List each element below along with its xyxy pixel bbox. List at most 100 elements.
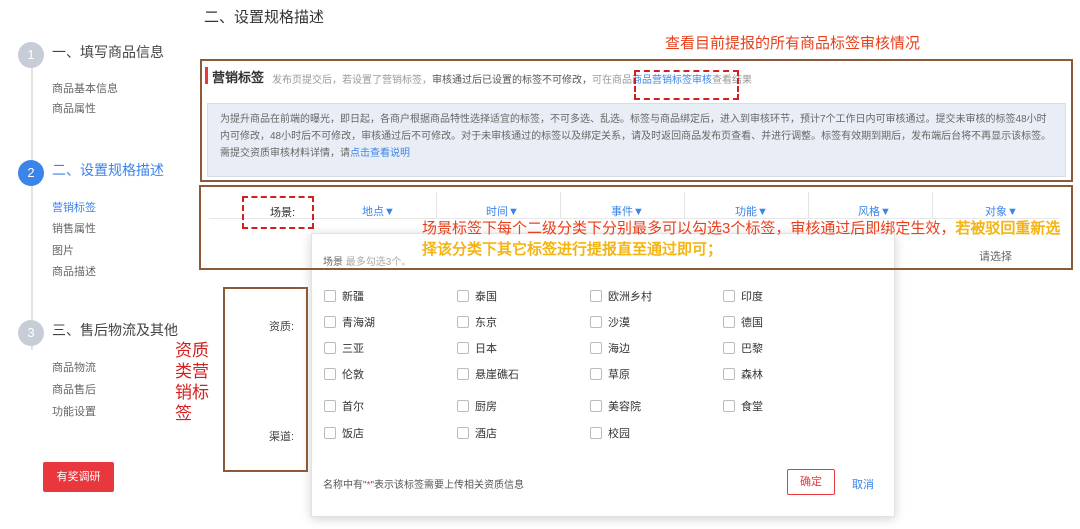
checkbox-icon[interactable] bbox=[324, 290, 336, 302]
sidebar-item-after-sales[interactable]: 商品售后 bbox=[52, 381, 96, 397]
checkbox-icon[interactable] bbox=[457, 342, 469, 354]
option-label: 印度 bbox=[741, 291, 763, 303]
option-checkbox[interactable]: 食堂 bbox=[723, 398, 763, 414]
option-label: 厨房 bbox=[475, 401, 497, 413]
sidebar-item-images[interactable]: 图片 bbox=[52, 242, 74, 258]
sidebar-item-attributes[interactable]: 商品属性 bbox=[52, 100, 96, 116]
footer-hint-a: 名称中有" bbox=[323, 480, 367, 491]
sidebar-item-logistics[interactable]: 商品物流 bbox=[52, 359, 96, 375]
option-label: 酒店 bbox=[475, 428, 497, 440]
option-checkbox[interactable]: 校园 bbox=[590, 425, 630, 441]
checkbox-icon[interactable] bbox=[723, 342, 735, 354]
option-checkbox[interactable]: 草原 bbox=[590, 366, 630, 382]
checkbox-icon[interactable] bbox=[590, 316, 602, 328]
option-checkbox[interactable]: 东京 bbox=[457, 314, 497, 330]
checkbox-icon[interactable] bbox=[457, 368, 469, 380]
step-2-title[interactable]: 二、设置规格描述 bbox=[52, 160, 164, 180]
option-checkbox[interactable]: 美容院 bbox=[590, 398, 641, 414]
checkbox-icon[interactable] bbox=[723, 400, 735, 412]
option-checkbox[interactable]: 德国 bbox=[723, 314, 763, 330]
option-label: 东京 bbox=[475, 317, 497, 329]
dropdown-footer-hint: 名称中有"*"表示该标签需要上传相关资质信息 bbox=[323, 476, 524, 491]
sidebar-item-sales-attributes[interactable]: 销售属性 bbox=[52, 220, 96, 236]
survey-button[interactable]: 有奖调研 bbox=[43, 462, 114, 492]
option-checkbox[interactable]: 沙漠 bbox=[590, 314, 630, 330]
checkbox-icon[interactable] bbox=[324, 368, 336, 380]
option-checkbox[interactable]: 悬崖礁石 bbox=[457, 366, 519, 382]
checkbox-icon[interactable] bbox=[723, 290, 735, 302]
confirm-button[interactable]: 确定 bbox=[787, 469, 835, 495]
option-label: 欧洲乡村 bbox=[608, 291, 652, 303]
option-checkbox[interactable]: 巴黎 bbox=[723, 340, 763, 356]
checkbox-icon[interactable] bbox=[324, 427, 336, 439]
annotation-side-note: 资质类营销标签 bbox=[175, 341, 209, 423]
option-label: 泰国 bbox=[475, 291, 497, 303]
checkbox-icon[interactable] bbox=[590, 342, 602, 354]
option-label: 青海湖 bbox=[342, 317, 375, 329]
option-checkbox[interactable]: 酒店 bbox=[457, 425, 497, 441]
option-label: 悬崖礁石 bbox=[475, 369, 519, 381]
option-label: 巴黎 bbox=[741, 343, 763, 355]
option-label: 日本 bbox=[475, 343, 497, 355]
cancel-button[interactable]: 取消 bbox=[852, 476, 874, 492]
annotation-dashed-review-link bbox=[634, 70, 739, 100]
sidebar-item-description[interactable]: 商品描述 bbox=[52, 263, 96, 279]
annotation-mid-note: 场景标签下每个二级分类下分别最多可以勾选3个标签，审核通过后即绑定生效，若被驳回… bbox=[422, 218, 1072, 260]
step-1-circle: 1 bbox=[18, 42, 44, 68]
option-checkbox[interactable]: 饭店 bbox=[324, 425, 364, 441]
mid-note-a: 场景标签下每个二级分类下分别最多可以勾选3个标签，审核通过后即绑定生效， bbox=[422, 220, 956, 237]
checkbox-icon[interactable] bbox=[457, 316, 469, 328]
option-checkbox[interactable]: 印度 bbox=[723, 288, 763, 304]
option-label: 饭店 bbox=[342, 428, 364, 440]
section-title: 二、设置规格描述 bbox=[204, 9, 325, 26]
annotation-box-qualification bbox=[223, 287, 308, 472]
option-label: 德国 bbox=[741, 317, 763, 329]
option-checkbox[interactable]: 厨房 bbox=[457, 398, 497, 414]
option-checkbox[interactable]: 首尔 bbox=[324, 398, 364, 414]
option-checkbox[interactable]: 欧洲乡村 bbox=[590, 288, 652, 304]
step-2-circle: 2 bbox=[18, 160, 44, 186]
sidebar-item-function-settings[interactable]: 功能设置 bbox=[52, 403, 96, 419]
footer-hint-b: "表示该标签需要上传相关资质信息 bbox=[370, 480, 525, 491]
checkbox-icon[interactable] bbox=[324, 342, 336, 354]
option-checkbox[interactable]: 日本 bbox=[457, 340, 497, 356]
option-label: 三亚 bbox=[342, 343, 364, 355]
step-1-title[interactable]: 一、填写商品信息 bbox=[52, 42, 164, 62]
option-label: 草原 bbox=[608, 369, 630, 381]
option-checkbox[interactable]: 伦敦 bbox=[324, 366, 364, 382]
checkbox-icon[interactable] bbox=[590, 427, 602, 439]
option-checkbox[interactable]: 森林 bbox=[723, 366, 763, 382]
checkbox-icon[interactable] bbox=[324, 316, 336, 328]
option-label: 沙漠 bbox=[608, 317, 630, 329]
option-checkbox[interactable]: 青海湖 bbox=[324, 314, 375, 330]
checkbox-icon[interactable] bbox=[457, 290, 469, 302]
checkbox-icon[interactable] bbox=[590, 368, 602, 380]
option-label: 森林 bbox=[741, 369, 763, 381]
option-checkbox[interactable]: 三亚 bbox=[324, 340, 364, 356]
page: 1 一、填写商品信息 商品基本信息 商品属性 2 二、设置规格描述 营销标签 销… bbox=[0, 0, 1080, 529]
step-3-title[interactable]: 三、售后物流及其他 bbox=[52, 320, 178, 340]
option-label: 海边 bbox=[608, 343, 630, 355]
option-label: 食堂 bbox=[741, 401, 763, 413]
option-checkbox[interactable]: 新疆 bbox=[324, 288, 364, 304]
step-3-circle: 3 bbox=[18, 320, 44, 346]
option-label: 美容院 bbox=[608, 401, 641, 413]
sidebar-item-basic-info[interactable]: 商品基本信息 bbox=[52, 80, 118, 96]
option-checkbox[interactable]: 泰国 bbox=[457, 288, 497, 304]
option-label: 首尔 bbox=[342, 401, 364, 413]
option-label: 新疆 bbox=[342, 291, 364, 303]
checkbox-icon[interactable] bbox=[324, 400, 336, 412]
option-checkbox[interactable]: 海边 bbox=[590, 340, 630, 356]
checkbox-icon[interactable] bbox=[723, 316, 735, 328]
checkbox-icon[interactable] bbox=[590, 400, 602, 412]
checkbox-icon[interactable] bbox=[457, 400, 469, 412]
option-label: 伦敦 bbox=[342, 369, 364, 381]
stepper-line bbox=[31, 60, 33, 350]
checkbox-icon[interactable] bbox=[723, 368, 735, 380]
checkbox-icon[interactable] bbox=[457, 427, 469, 439]
annotation-dashed-scene-label bbox=[242, 196, 314, 229]
checkbox-icon[interactable] bbox=[590, 290, 602, 302]
option-label: 校园 bbox=[608, 428, 630, 440]
annotation-top-note: 查看目前提报的所有商品标签审核情况 bbox=[665, 35, 921, 52]
sidebar-item-marketing-tags[interactable]: 营销标签 bbox=[52, 199, 96, 215]
